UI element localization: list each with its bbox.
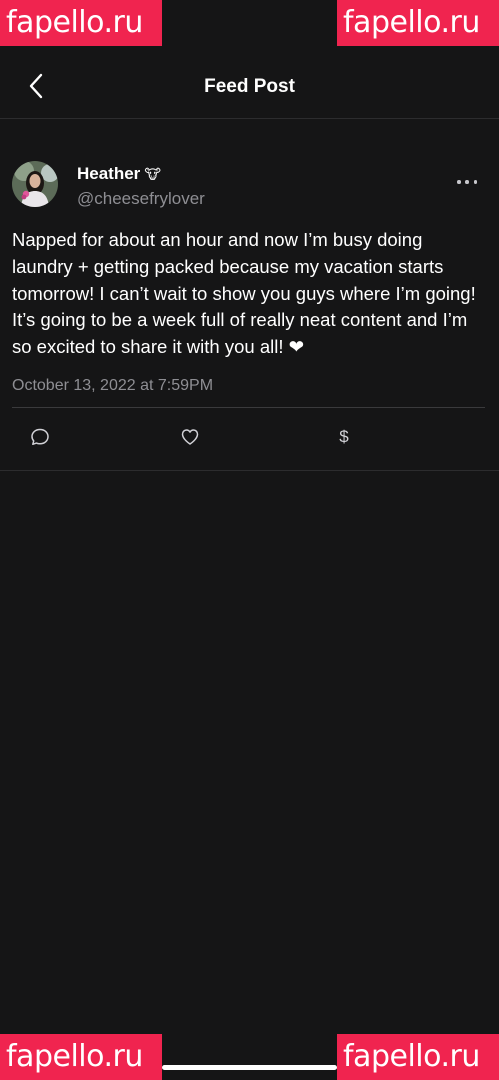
author-handle[interactable]: @cheesefrylover (77, 189, 205, 209)
watermark: fapello.ru (0, 1034, 162, 1080)
more-dot-icon (457, 180, 461, 184)
home-indicator[interactable] (162, 1065, 337, 1070)
dollar-icon: $ (339, 427, 349, 446)
avatar[interactable] (12, 161, 58, 207)
more-options-button[interactable] (457, 175, 477, 189)
avatar-image (12, 161, 58, 207)
tip-button[interactable]: $ (333, 426, 355, 448)
divider (12, 407, 485, 408)
post-text: Napped for about an hour and now I’m bus… (12, 229, 476, 358)
watermark: fapello.ru (337, 0, 499, 46)
heart-icon (181, 429, 199, 445)
feed-post: Heather 🐮 @cheesefrylover Napped for abou… (0, 119, 499, 471)
watermark: fapello.ru (337, 1034, 499, 1080)
post-timestamp: October 13, 2022 at 7:59PM (12, 377, 214, 394)
watermark: fapello.ru (0, 0, 162, 46)
comment-button[interactable] (29, 426, 51, 448)
page-title: Feed Post (204, 76, 295, 97)
top-bar: Feed Post (0, 54, 499, 119)
author-name[interactable]: Heather 🐮 (77, 164, 161, 184)
more-dot-icon (473, 180, 477, 184)
comment-icon (31, 428, 49, 446)
more-dot-icon (465, 180, 469, 184)
author-emoji: 🐮 (144, 166, 161, 182)
author-name-text: Heather (77, 164, 141, 183)
like-button[interactable] (179, 426, 201, 448)
